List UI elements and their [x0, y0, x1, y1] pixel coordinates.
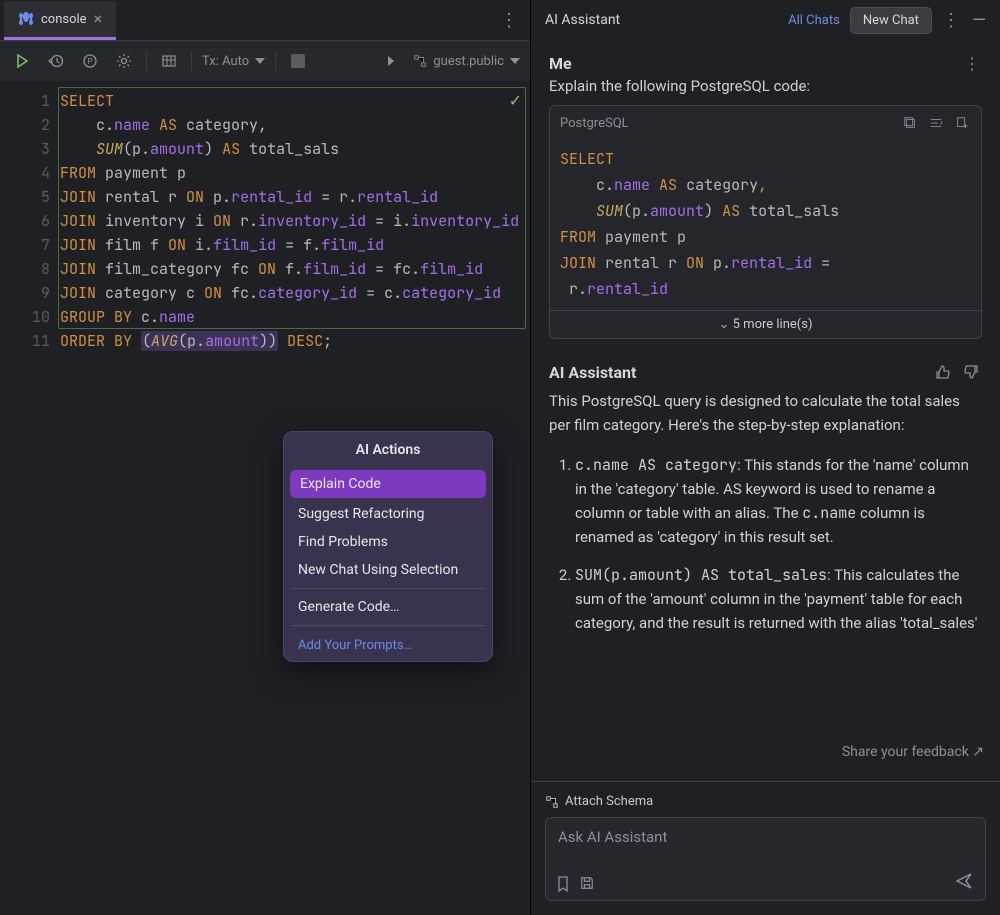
chat-sender-assistant: AI Assistant	[549, 363, 636, 382]
settings-icon[interactable]	[112, 49, 136, 73]
thumbs-down-icon[interactable]	[960, 361, 982, 383]
chevron-down-icon	[510, 58, 520, 64]
explanation-item: c.name AS category: This stands for the …	[575, 453, 982, 549]
assistant-message: This PostgreSQL query is designed to cal…	[549, 389, 982, 649]
popup-item-generate[interactable]: Generate Code…	[284, 593, 492, 621]
all-chats-link[interactable]: All Chats	[788, 13, 840, 28]
stop-button[interactable]	[286, 49, 310, 73]
popup-add-prompts-link[interactable]: Add Your Prompts…	[284, 630, 492, 661]
code-content[interactable]: SELECT c.name AS category, SUM(p.amount)…	[60, 89, 530, 353]
panel-menu-icon[interactable]: ⋮	[942, 10, 962, 31]
code-editor[interactable]: ✓ 1234567891011 SELECT c.name AS categor…	[0, 81, 530, 915]
attach-schema-button[interactable]: Attach Schema	[545, 794, 986, 809]
create-file-icon[interactable]	[953, 114, 971, 132]
tab-bar: console × ⋮	[0, 0, 530, 40]
snippet-language: PostgreSQL	[560, 116, 629, 131]
snippet-expand[interactable]: ⌄ 5 more line(s)	[550, 310, 981, 338]
ai-panel-header: AI Assistant All Chats New Chat ⋮ —	[531, 0, 1000, 40]
schema-icon	[413, 54, 427, 68]
tab-overflow-icon[interactable]: ⋮	[498, 10, 522, 31]
new-chat-button[interactable]: New Chat	[850, 7, 932, 34]
user-message: Explain the following PostgreSQL code:	[549, 77, 982, 95]
tx-mode-dropdown[interactable]: Tx: Auto	[202, 54, 265, 69]
code-snippet-box: PostgreSQL SELECT c.name AS category, SU…	[549, 105, 982, 339]
popup-item-refactor[interactable]: Suggest Refactoring	[284, 500, 492, 528]
message-menu-icon[interactable]: ⋮	[964, 54, 982, 73]
history-icon[interactable]	[44, 49, 68, 73]
send-icon[interactable]	[955, 872, 973, 890]
postgres-icon	[18, 11, 34, 27]
ai-panel-title: AI Assistant	[545, 12, 620, 28]
popup-item-explain[interactable]: Explain Code	[290, 470, 486, 498]
svg-text:P: P	[87, 57, 92, 66]
table-icon[interactable]	[157, 49, 181, 73]
popup-title: AI Actions	[284, 432, 492, 468]
chat-sender-me: Me	[549, 54, 572, 73]
tab-label: console	[41, 12, 87, 27]
editor-toolbar: P Tx: Auto guest.public	[0, 40, 530, 81]
chevron-down-icon	[255, 58, 265, 64]
save-icon[interactable]	[580, 876, 594, 892]
close-icon[interactable]: ×	[94, 11, 103, 27]
popup-item-find-problems[interactable]: Find Problems	[284, 528, 492, 556]
explain-icon[interactable]: P	[78, 49, 102, 73]
chat-input-placeholder: Ask AI Assistant	[558, 828, 667, 846]
explanation-item: SUM(p.amount) AS total_sales: This calcu…	[575, 563, 982, 635]
tab-console[interactable]: console ×	[4, 1, 116, 40]
thumbs-up-icon[interactable]	[932, 361, 954, 383]
ai-actions-popup: AI Actions Explain Code Suggest Refactor…	[283, 431, 493, 662]
run-button[interactable]	[10, 49, 34, 73]
popup-item-new-chat[interactable]: New Chat Using Selection	[284, 556, 492, 584]
line-gutter: 1234567891011	[0, 89, 60, 353]
overflow-right-icon[interactable]	[379, 49, 403, 73]
insert-icon[interactable]	[927, 114, 945, 132]
snippet-code[interactable]: SELECT c.name AS category, SUM(p.amount)…	[550, 140, 981, 310]
copy-icon[interactable]	[901, 114, 919, 132]
panel-minimize-icon[interactable]: —	[972, 10, 986, 31]
chat-input[interactable]: Ask AI Assistant	[545, 817, 986, 901]
bookmark-icon[interactable]	[556, 876, 570, 892]
feedback-link[interactable]: Share your feedback ↗	[842, 744, 984, 760]
schema-selector[interactable]: guest.public	[413, 54, 520, 69]
check-icon: ✓	[509, 91, 522, 110]
schema-icon	[545, 795, 559, 809]
